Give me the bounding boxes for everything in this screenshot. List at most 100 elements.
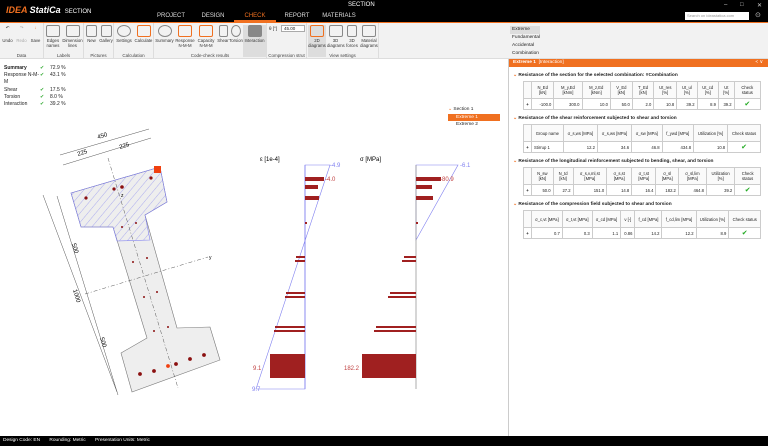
capacity-nmm-button[interactable]: Capacity N-M-M	[196, 25, 216, 48]
edges-names-button[interactable]: Edges names	[45, 25, 61, 48]
cell: 46.8	[631, 141, 663, 153]
result-table: N_sw [kN] N_td [kN] σ_s,v,ml,st [MPa] σ_s,s…	[523, 167, 761, 196]
dim-450: 450	[97, 132, 109, 141]
3d-diagrams-button[interactable]: 3D diagrams	[327, 25, 345, 48]
column-header: Utilization [%]	[705, 167, 736, 185]
settings-button[interactable]: Settings	[115, 25, 133, 43]
section-title[interactable]: Resistance of the shear reinforcement su…	[513, 116, 764, 121]
combination-extreme[interactable]: Extreme	[510, 26, 540, 34]
section-title[interactable]: Resistance of the compression field subj…	[513, 202, 764, 207]
save-button[interactable]: ↓ Save	[29, 25, 42, 43]
column-header: σ_t,st [MPa]	[631, 167, 657, 185]
table-row: +50.0 27.2 151.0 14.8 16.4 182.2 464.8 39.2 ✔	[523, 184, 761, 196]
stress-label: -6.1	[460, 163, 471, 169]
section-drawing: y z 450 225 225 500 1000 500 ε [1e-4] -4…	[42, 128, 471, 396]
expand-button[interactable]: +	[523, 98, 532, 110]
status-bar: Design Code: EN Rounding: Metric Present…	[0, 436, 768, 446]
column-header: Utilization [%]	[695, 210, 730, 228]
combination-fundamental[interactable]: Fundamental	[510, 34, 540, 42]
tab-check[interactable]: CHECK	[234, 11, 276, 22]
capacity-icon	[199, 25, 213, 37]
group-label: Calculation	[122, 53, 145, 58]
gallery-button[interactable]: Gallery	[99, 25, 113, 43]
minimize-button[interactable]: –	[724, 2, 727, 8]
column-header: M_y,Ed [kNm]	[553, 81, 583, 99]
picture-new-icon	[86, 25, 97, 37]
calculate-button[interactable]: Calculate	[134, 25, 153, 43]
redo-button[interactable]: ↷ Redo	[15, 25, 28, 43]
cell: 182.2	[655, 184, 679, 196]
cell: -100.0	[530, 98, 555, 110]
group-compression-strut: θ [°] 45.00 Compression strut	[267, 23, 307, 59]
maximize-button[interactable]: □	[740, 2, 744, 8]
column-header: Check status	[727, 124, 761, 142]
search-input[interactable]: Search on ideastatica.com	[685, 12, 749, 20]
compression-zone	[70, 166, 168, 242]
cell: 10.0	[581, 98, 611, 110]
undo-button[interactable]: ↶ Undo	[1, 25, 14, 43]
torsion-button[interactable]: Torsion	[229, 25, 243, 43]
check-status-icon: ✔	[727, 141, 761, 153]
column-header: Group name	[531, 124, 564, 142]
result-table: N_Ed [kN] M_y,Ed [kNm] M_z,Ed [kNm] V_Ed [k…	[523, 81, 762, 110]
column-header: f_ywd [MPa]	[661, 124, 695, 142]
shear-button[interactable]: Shear	[217, 25, 229, 43]
strain-label: 9.7	[252, 387, 261, 393]
3d-forces-button[interactable]: 3D forces	[345, 25, 359, 48]
column-header: σ_sl [MPa]	[655, 167, 679, 185]
section-title[interactable]: Resistance of the longitudinal reinforce…	[513, 159, 764, 164]
close-button[interactable]: ✕	[757, 2, 762, 9]
cell: Stirrup 1	[531, 141, 564, 153]
cell: 464.8	[677, 184, 707, 196]
column-header: σ_sl,lim [MPa]	[677, 167, 707, 185]
result-section: Resistance of the shear reinforcement su…	[513, 116, 764, 153]
tab-project[interactable]: PROJECT	[150, 11, 192, 22]
2d-diagram-icon	[310, 25, 324, 37]
column-header: σ_s,ws [MPa]	[562, 124, 598, 142]
column-header: V_Ed [kN]	[609, 81, 633, 99]
combination-list: Extreme Fundamental Accidental Combinati…	[510, 26, 540, 58]
cell: 39.2	[705, 184, 736, 196]
tab-materials[interactable]: MATERIALS	[318, 11, 360, 22]
strain-label: -4.0	[325, 177, 336, 183]
dim-1000: 1000	[71, 289, 81, 304]
response-icon	[178, 25, 192, 37]
table-row: + -100.0 300.0 10.0 50.0 2.0 10.8 39.2 8.9 39.2 ✔	[523, 98, 762, 110]
ribbon: ↶ Undo ↷ Redo ↓ Save Data Edges names Dimen…	[0, 22, 768, 59]
title-bar: IDEA StatiCa SECTION SECTION PROJECT DESI…	[0, 0, 768, 22]
group-label: Compression strut	[268, 53, 305, 58]
strain-label: 9.1	[253, 366, 262, 372]
combination-accidental[interactable]: Accidental	[510, 42, 540, 50]
expand-button[interactable]: +	[523, 227, 532, 239]
group-label: View settings	[329, 53, 356, 58]
cell: 16.4	[631, 184, 657, 196]
rounding: Rounding: Metric	[49, 438, 86, 443]
y-axis-label: y	[209, 255, 212, 261]
tab-report[interactable]: REPORT	[276, 11, 318, 22]
group-label: Labels	[56, 53, 71, 58]
column-header: σ_t,vt [MPa]	[561, 210, 593, 228]
drawing-area: Summary ✔ 72.9 % Response N-M-M ✔ 43.1 % She…	[0, 59, 508, 436]
interaction-icon	[247, 25, 262, 37]
expand-button[interactable]: +	[523, 141, 532, 153]
response-nmm-button[interactable]: Response N-M-M	[175, 25, 195, 48]
strain-title: ε [1e-4]	[260, 157, 280, 163]
new-picture-button[interactable]: New	[85, 25, 98, 43]
result-table: Group name σ_s,ws [MPa] σ_s,ws [MPa] σ_sw […	[523, 124, 761, 153]
group-label: Code-check results	[190, 53, 230, 58]
tab-design[interactable]: DESIGN	[192, 11, 234, 22]
theta-input[interactable]: 45.00	[281, 25, 305, 32]
cell: 434.8	[661, 141, 695, 153]
stress-diagram: σ [MPa] -6.1 -80.9 182.2	[344, 157, 471, 389]
theta-label: θ [°]	[269, 26, 278, 31]
cell: 0.3	[561, 227, 593, 239]
dimension-lines-button[interactable]: Dimension lines	[62, 25, 83, 48]
panel-controls[interactable]: < ∨	[755, 59, 763, 67]
expand-button[interactable]: +	[523, 184, 532, 196]
material-diagrams-button[interactable]: Material diagrams	[360, 25, 378, 48]
help-icon[interactable]: ⊙	[755, 11, 761, 19]
summary-button[interactable]: Summary	[155, 25, 174, 43]
section-title[interactable]: Resistance of the section for the select…	[513, 73, 764, 78]
cross-section[interactable]	[70, 166, 221, 393]
panel-header: Extreme 1 [Interaction] < ∨	[509, 59, 768, 67]
